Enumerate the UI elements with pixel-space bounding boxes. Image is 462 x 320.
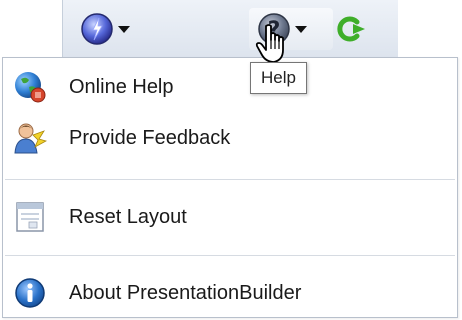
menu-item-about[interactable]: About PresentationBuilder <box>3 270 457 316</box>
magic-wand-icon <box>81 13 113 45</box>
toolbar-edge <box>398 0 462 58</box>
menu-item-reset-layout[interactable]: Reset Layout <box>3 194 457 240</box>
chevron-down-icon <box>118 25 130 33</box>
menu-item-online-help[interactable]: Online Help <box>3 64 457 110</box>
globe-icon <box>15 72 46 103</box>
menu-item-label: Provide Feedback <box>69 126 231 149</box>
wand-dropdown-button[interactable] <box>73 8 137 50</box>
menu-item-label: Online Help <box>69 75 174 98</box>
refresh-button[interactable] <box>325 8 375 50</box>
chevron-down-icon <box>295 25 307 33</box>
refresh-arrow-icon <box>337 16 365 42</box>
screenshot-stage: ? Online Help Provide Feedback Reset Lay… <box>0 0 462 320</box>
menu-separator <box>5 179 455 180</box>
info-icon <box>15 278 45 308</box>
menu-item-label: About PresentationBuilder <box>69 281 302 304</box>
menu-item-label: Reset Layout <box>69 205 187 228</box>
menu-separator <box>5 255 455 256</box>
menu-item-provide-feedback[interactable]: Provide Feedback <box>3 115 457 161</box>
hand-cursor-icon <box>255 24 284 63</box>
layout-window-icon <box>16 202 44 232</box>
help-dropdown-menu: Online Help Provide Feedback Reset Layou… <box>2 57 458 318</box>
person-feedback-icon <box>14 123 47 154</box>
toolbar: ? <box>62 0 402 58</box>
help-tooltip: Help <box>250 62 307 94</box>
